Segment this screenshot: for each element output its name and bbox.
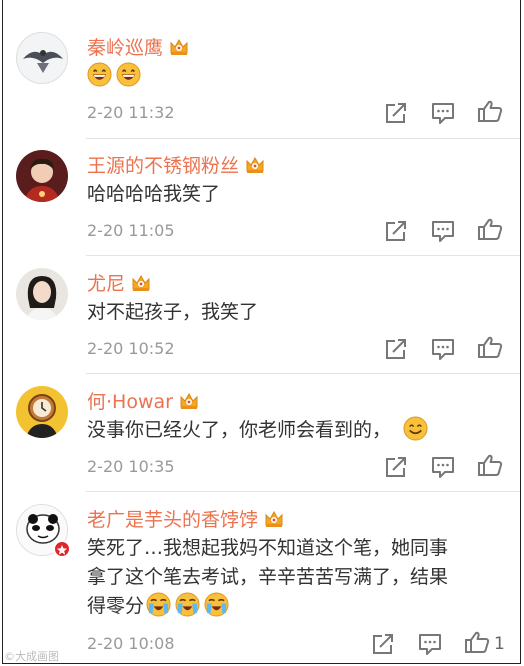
username-text[interactable]: 尤尼 [87, 269, 125, 296]
username-text[interactable]: 何·Howar [87, 387, 173, 414]
comment-text: 哈哈哈哈我笑了 [87, 183, 221, 205]
thumbs-up-icon [477, 99, 503, 123]
avatar[interactable] [16, 268, 68, 320]
divider [86, 255, 520, 256]
like-button[interactable] [477, 99, 503, 123]
like-count: 1 [494, 634, 505, 654]
reply-button[interactable] [430, 101, 456, 125]
share-icon [383, 219, 409, 243]
share-button[interactable] [383, 337, 409, 361]
comment-time: 2-20 11:32 [87, 103, 175, 122]
share-icon [383, 101, 409, 125]
share-button[interactable] [383, 101, 409, 125]
vip-crown-icon [264, 510, 284, 528]
like-button[interactable] [477, 217, 503, 241]
share-icon [383, 455, 409, 479]
comment-username[interactable]: 尤尼 [87, 269, 151, 296]
avatar[interactable] [16, 150, 68, 202]
smile-emoji-icon [403, 416, 428, 441]
comment-time: 2-20 11:05 [87, 221, 175, 240]
avatar[interactable] [16, 32, 68, 84]
divider [86, 138, 520, 139]
share-button[interactable] [370, 632, 396, 656]
reply-button[interactable] [430, 219, 456, 243]
thumbs-up-icon [477, 335, 503, 359]
comment-text-line: 拿了这个笔去考试，辛辛苦苦写满了，结果 [87, 566, 449, 588]
reply-icon [417, 632, 443, 656]
grin-emoji-icon [116, 62, 141, 87]
like-button[interactable] [477, 453, 503, 477]
share-icon [383, 337, 409, 361]
avatar[interactable] [16, 386, 68, 438]
vip-crown-icon [131, 274, 151, 292]
thumbs-up-icon [477, 453, 503, 477]
vip-crown-icon [245, 156, 265, 174]
comment-text-line: 笑死了…我想起我妈不知道这个笔，她同事 [87, 537, 449, 559]
comment-username[interactable]: 王源的不锈钢粉丝 [87, 151, 265, 178]
verified-badge-icon [53, 540, 71, 558]
share-button[interactable] [383, 455, 409, 479]
reply-button[interactable] [430, 337, 456, 361]
reply-icon [430, 101, 456, 125]
comment-text: 对不起孩子，我笑了 [87, 301, 259, 323]
divider [86, 491, 520, 492]
cry-laugh-emoji-icon [175, 592, 200, 617]
reply-icon [430, 219, 456, 243]
reply-icon [430, 337, 456, 361]
vip-crown-icon [179, 392, 199, 410]
reply-button[interactable] [430, 455, 456, 479]
divider [86, 373, 520, 374]
like-button[interactable] [477, 335, 503, 359]
vip-crown-icon [169, 38, 189, 56]
username-text[interactable]: 秦岭巡鹰 [87, 33, 163, 60]
comment-time: 2-20 10:52 [87, 339, 175, 358]
comment-text: 没事你已经火了，你老师会看到的， [87, 416, 507, 445]
username-text[interactable]: 老广是芋头的香饽饽 [87, 505, 258, 532]
comment-text-line: 得零分 [87, 592, 507, 621]
username-text[interactable]: 王源的不锈钢粉丝 [87, 151, 239, 178]
thumbs-up-icon [464, 630, 490, 654]
watermark: ©大成画图 [4, 650, 59, 663]
comment-username[interactable]: 老广是芋头的香饽饽 [87, 505, 284, 532]
comment-username[interactable]: 何·Howar [87, 387, 199, 414]
share-icon [370, 632, 396, 656]
comment-text-content: 没事你已经火了，你老师会看到的， [87, 419, 392, 441]
share-button[interactable] [383, 219, 409, 243]
comment-time: 2-20 10:35 [87, 457, 175, 476]
comment-text: 笑死了…我想起我妈不知道这个笔，她同事 拿了这个笔去考试，辛辛苦苦写满了，结果 … [87, 534, 507, 621]
thumbs-up-icon [477, 217, 503, 241]
reply-button[interactable] [417, 632, 443, 656]
comment-time: 2-20 10:08 [87, 634, 175, 653]
comment-username[interactable]: 秦岭巡鹰 [87, 33, 189, 60]
reply-icon [430, 455, 456, 479]
like-button[interactable] [464, 630, 490, 654]
cry-laugh-emoji-icon [204, 592, 229, 617]
cry-laugh-emoji-icon [146, 592, 171, 617]
comment-text [87, 62, 507, 91]
grin-emoji-icon [87, 62, 112, 87]
